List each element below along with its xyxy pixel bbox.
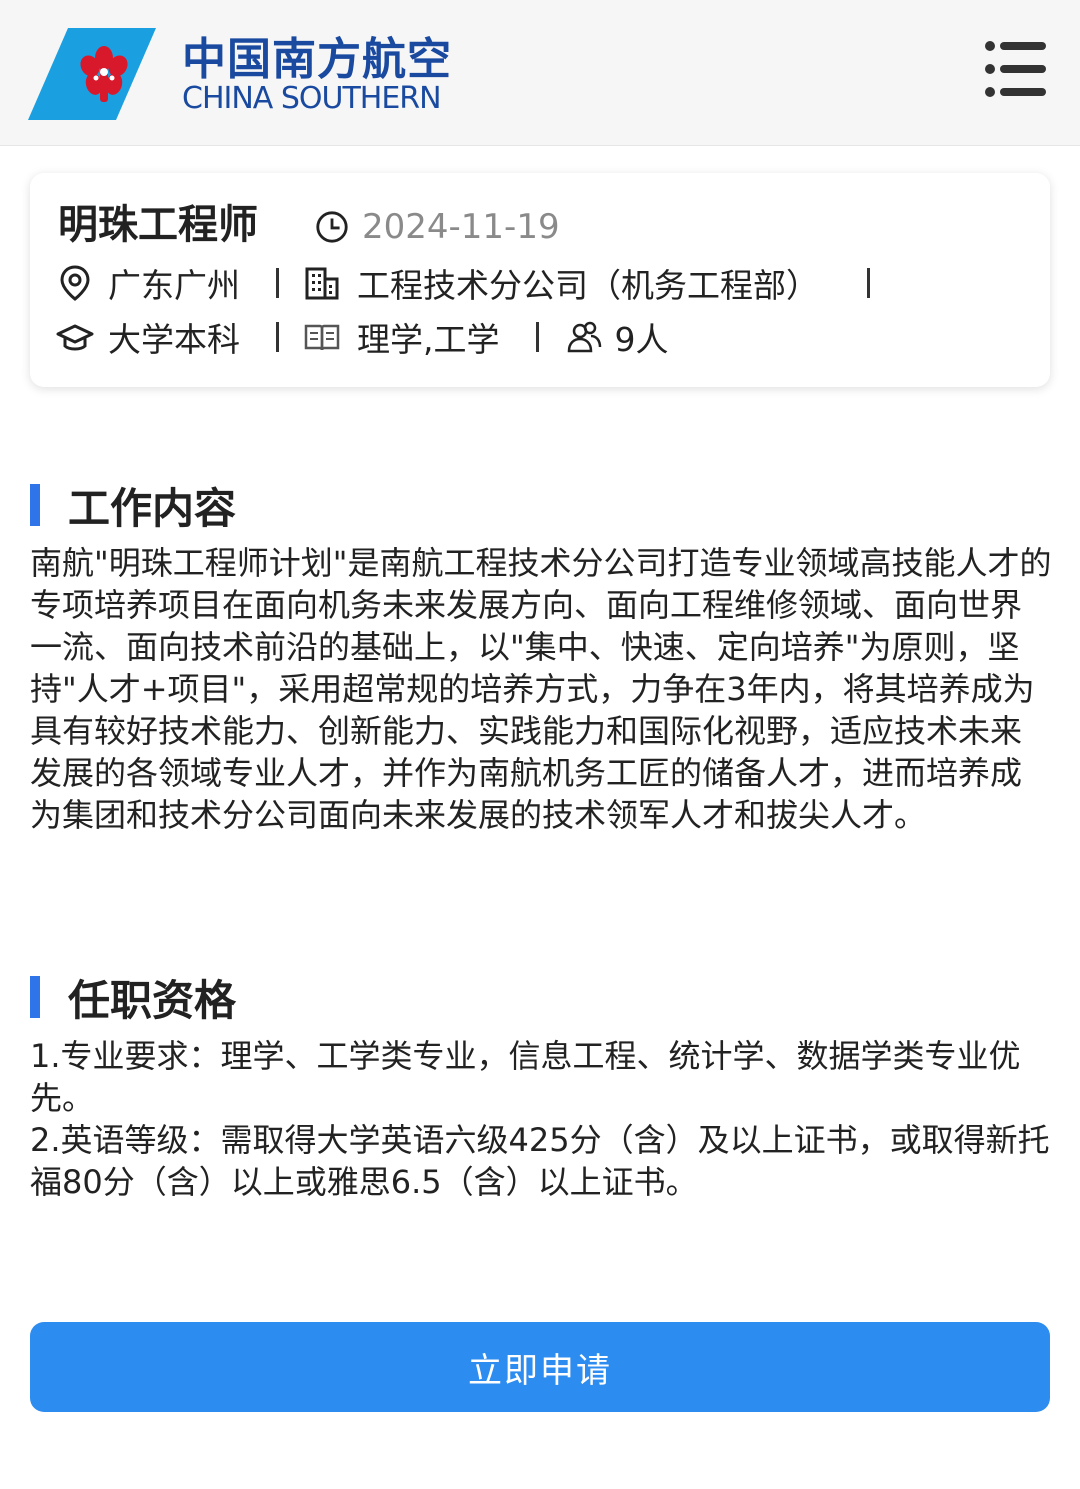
apply-button[interactable]: 立即申请: [30, 1322, 1050, 1412]
brand-name-en: CHINA SOUTHERN: [182, 81, 442, 116]
brand-name-cn: 中国南方航空: [182, 34, 452, 85]
section-accent-bar: [30, 484, 40, 526]
section-work-title: 工作内容: [68, 483, 237, 533]
divider: [276, 268, 279, 298]
work-description: 南航"明珠工程师计划"是南航工程技术分公司打造专业领域高技能人才的专项培养项目在…: [30, 542, 1052, 836]
graduation-cap-icon: [56, 324, 94, 351]
clock-icon: [316, 211, 348, 243]
job-education: 大学本科: [108, 320, 240, 359]
job-headcount: 9人: [614, 320, 669, 359]
section-qualification-heading: 任职资格: [30, 974, 236, 1025]
job-summary-card: 明珠工程师 2024-11-19 广东广州 工程技术分公司（机务工程部） 大学本…: [30, 173, 1050, 387]
book-icon: [304, 324, 340, 351]
qualification-item: 2.英语等级：需取得大学英语六级425分（含）及以上证书，或取得新托福80分（含…: [30, 1121, 1050, 1201]
qualification-item: 1.专业要求：理学、工学类专业，信息工程、统计学、数据学类专业优先。: [30, 1037, 1021, 1117]
china-southern-logo-icon[interactable]: [28, 28, 156, 120]
job-title: 明珠工程师: [58, 202, 258, 248]
building-icon: [305, 267, 339, 300]
meta-row-requirements: 大学本科 理学,工学 9人: [56, 315, 669, 359]
section-qualification-title: 任职资格: [68, 975, 237, 1025]
divider: [276, 322, 279, 352]
divider: [867, 268, 870, 298]
section-accent-bar: [30, 976, 40, 1018]
meta-row-location: 广东广州 工程技术分公司（机务工程部）: [56, 261, 870, 305]
post-date: 2024-11-19: [314, 207, 560, 247]
qualification-list: 1.专业要求：理学、工学类专业，信息工程、统计学、数据学类专业优先。 2.英语等…: [30, 1035, 1052, 1203]
section-work-heading: 工作内容: [30, 482, 236, 533]
job-company: 工程技术分公司（机务工程部）: [357, 266, 819, 305]
people-icon: [567, 321, 601, 353]
location-pin-icon: [60, 265, 90, 301]
divider: [535, 322, 539, 352]
job-major: 理学,工学: [357, 320, 500, 359]
top-bar: 中国南方航空 CHINA SOUTHERN: [0, 0, 1080, 146]
menu-icon[interactable]: [984, 40, 1048, 98]
job-location: 广东广州: [108, 266, 240, 305]
work-paragraph: 南航"明珠工程师计划"是南航工程技术分公司打造专业领域高技能人才的专项培养项目在…: [30, 544, 1052, 834]
post-date-text: 2024-11-19: [362, 207, 560, 247]
